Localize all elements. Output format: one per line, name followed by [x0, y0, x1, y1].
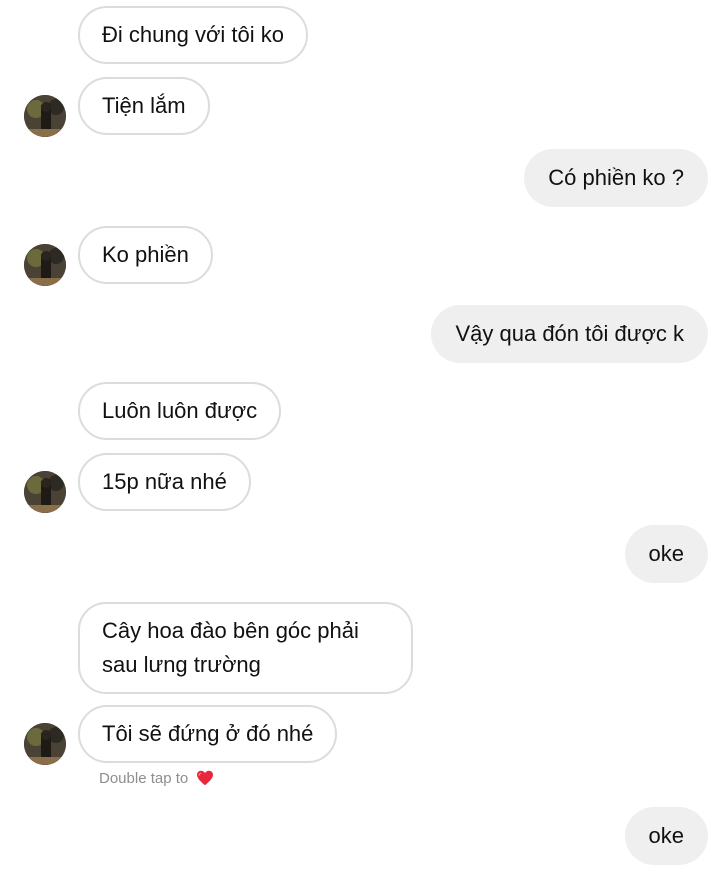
- message-text: Ko phiền: [102, 242, 189, 267]
- message-text: Có phiền ko ?: [548, 165, 684, 190]
- message-text: 15p nữa nhé: [102, 469, 227, 494]
- received-message-bubble[interactable]: Tiện lắm: [78, 77, 210, 135]
- message-text: Luôn luôn được: [102, 398, 258, 423]
- sent-message-bubble[interactable]: Vậy qua đón tôi được k: [431, 305, 708, 363]
- message-text-line: sau lưng trường: [102, 652, 261, 677]
- hint-text: Double tap to: [99, 770, 189, 787]
- sent-message-bubble[interactable]: Có phiền ko ?: [524, 149, 708, 207]
- message-text: Tiện lắm: [102, 93, 186, 118]
- contact-avatar[interactable]: [24, 471, 66, 513]
- message-text: Tôi sẽ đứng ở đó nhé: [102, 721, 314, 746]
- message-text-line: Cây hoa đào bên góc phải: [102, 618, 359, 643]
- received-message-bubble[interactable]: Tôi sẽ đứng ở đó nhé: [78, 705, 338, 763]
- contact-avatar[interactable]: [24, 723, 66, 765]
- message-text: Đi chung với tôi ko: [102, 22, 284, 47]
- received-message-bubble[interactable]: Đi chung với tôi ko: [78, 6, 308, 64]
- double-tap-hint: Double tap to: [99, 770, 214, 790]
- heart-icon: [196, 770, 214, 790]
- sent-message-bubble[interactable]: oke: [624, 807, 708, 865]
- received-message-bubble[interactable]: Cây hoa đào bên góc phải sau lưng trường: [78, 602, 413, 694]
- message-text: oke: [648, 823, 684, 848]
- message-text: Vậy qua đón tôi được k: [455, 321, 684, 346]
- message-text: oke: [648, 541, 684, 566]
- received-message-bubble[interactable]: 15p nữa nhé: [78, 453, 251, 511]
- contact-avatar[interactable]: [24, 95, 66, 137]
- received-message-bubble[interactable]: Ko phiền: [78, 226, 213, 284]
- contact-avatar[interactable]: [24, 244, 66, 286]
- sent-message-bubble[interactable]: oke: [624, 525, 708, 583]
- received-message-bubble[interactable]: Luôn luôn được: [78, 382, 282, 440]
